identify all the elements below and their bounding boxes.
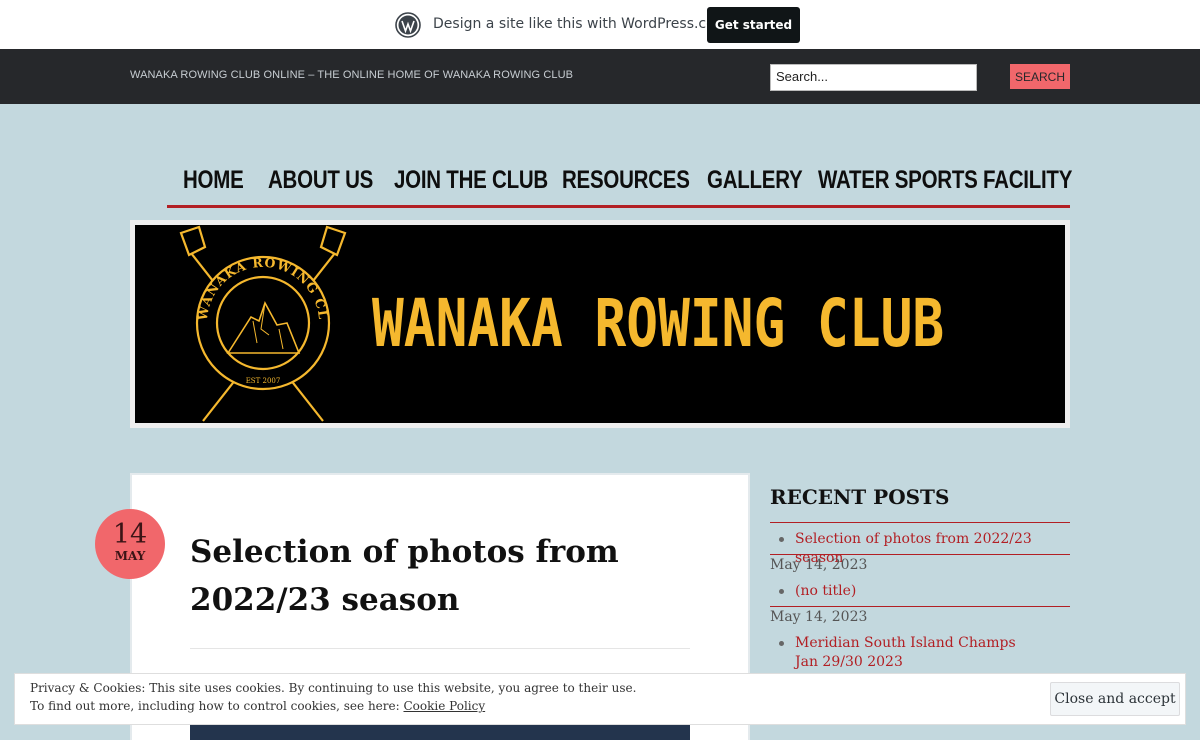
nav-item-home[interactable]: HOME [183, 166, 244, 195]
search-button[interactable]: SEARCH [1010, 64, 1070, 89]
cookie-banner: Privacy & Cookies: This site uses cookie… [14, 673, 1186, 725]
nav-item-water-sports-facility[interactable]: WATER SPORTS FACILITY [818, 166, 1072, 195]
banner-image: WANAKA ROWING CLUB EST 2007 WANAKA ROWIN… [135, 225, 1065, 423]
wordpress-logo-icon[interactable] [395, 12, 421, 38]
site-top-bar: WANAKA ROWING CLUB ONLINE – THE ONLINE H… [0, 49, 1200, 104]
get-started-button[interactable]: Get started [707, 7, 800, 43]
nav-item-join-the-club[interactable]: JOIN THE CLUB [394, 166, 548, 195]
sidebar-divider [770, 522, 1070, 523]
nav-item-resources[interactable]: RESOURCES [562, 166, 690, 195]
cookie-more-info-text: To find out more, including how to contr… [30, 699, 404, 713]
promo-text: Design a site like this with WordPress.c… [433, 16, 729, 32]
sidebar-divider [770, 606, 1070, 607]
cookie-policy-link[interactable]: Cookie Policy [403, 699, 485, 713]
recent-post-date: May 14, 2023 [770, 557, 868, 573]
post-title[interactable]: Selection of photos from 2022/23 season [190, 528, 670, 624]
bullet-icon [779, 589, 784, 594]
post-divider [190, 648, 690, 649]
club-crest-logo: WANAKA ROWING CLUB EST 2007 [173, 225, 347, 422]
bullet-icon [779, 537, 784, 542]
post-date-badge: 14 MAY [95, 509, 165, 579]
recent-post-link[interactable]: Meridian South Island Champs Jan 29/30 2… [795, 634, 1030, 672]
cookie-notice-text: Privacy & Cookies: This site uses cookie… [30, 681, 637, 695]
close-and-accept-button[interactable]: Close and accept [1050, 682, 1180, 716]
svg-text:EST 2007: EST 2007 [246, 377, 281, 385]
bullet-icon [779, 641, 784, 646]
post-date-day: 14 [112, 519, 148, 550]
header-banner[interactable]: WANAKA ROWING CLUB EST 2007 WANAKA ROWIN… [130, 220, 1070, 428]
wordpress-promo-bar: Design a site like this with WordPress.c… [0, 0, 1200, 49]
site-tagline: WANAKA ROWING CLUB ONLINE – THE ONLINE H… [130, 69, 574, 81]
banner-title: WANAKA ROWING CLUB [372, 285, 945, 362]
cookie-more-info: To find out more, including how to contr… [30, 699, 485, 713]
recent-post-date: May 14, 2023 [770, 609, 868, 625]
search-input[interactable]: Search... [770, 64, 977, 91]
main-navigation: HOME ABOUT US JOIN THE CLUB RESOURCES GA… [167, 160, 1072, 208]
nav-item-gallery[interactable]: GALLERY [707, 166, 803, 195]
post-image[interactable] [190, 724, 690, 740]
recent-post-link[interactable]: (no title) [795, 582, 1055, 601]
nav-item-about-us[interactable]: ABOUT US [268, 166, 373, 195]
recent-posts-heading: RECENT POSTS [770, 485, 950, 509]
sidebar-divider [770, 554, 1070, 555]
post-date-month: MAY [114, 549, 146, 563]
